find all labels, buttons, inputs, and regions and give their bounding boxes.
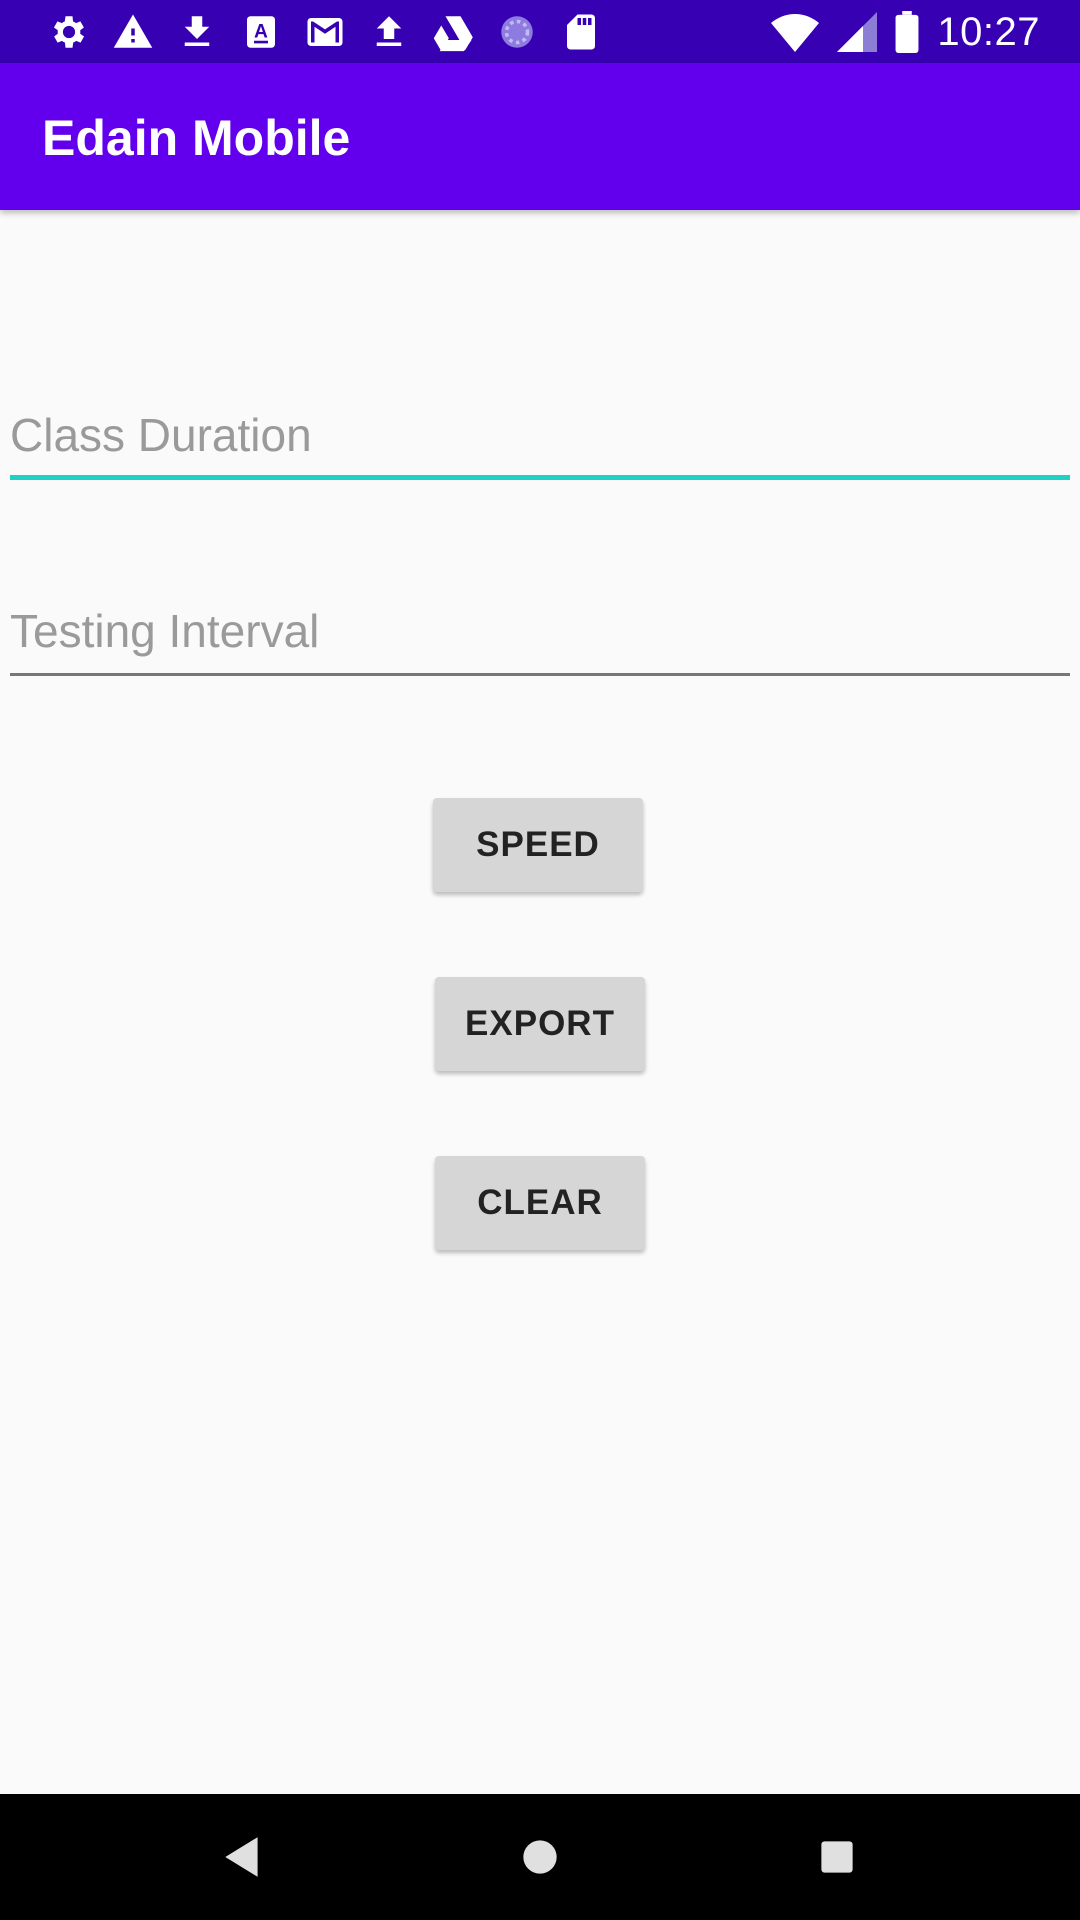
recents-button[interactable] — [812, 1832, 862, 1882]
speed-button[interactable]: SPEED — [433, 798, 643, 892]
app-bar: Edain Mobile — [0, 63, 1080, 210]
export-button[interactable]: EXPORT — [435, 977, 645, 1071]
signal-icon — [837, 12, 878, 52]
recents-icon — [821, 1841, 853, 1873]
sd-card-icon — [567, 14, 595, 50]
warning-icon — [113, 14, 153, 48]
notification-icons: A — [48, 10, 602, 54]
testing-interval-field[interactable] — [10, 596, 1070, 676]
download-icon — [184, 16, 210, 46]
gear-icon — [53, 16, 85, 48]
font-app-icon: A — [247, 16, 275, 48]
clear-button[interactable]: CLEAR — [435, 1156, 645, 1250]
clock: 10:27 — [937, 9, 1040, 54]
wifi-icon — [771, 14, 820, 52]
upload-icon — [376, 16, 402, 46]
testing-interval-underline — [10, 673, 1070, 676]
status-bar: A 10:27 — [0, 0, 1080, 63]
battery-icon — [895, 11, 919, 53]
class-duration-input[interactable] — [10, 400, 1070, 470]
back-icon — [225, 1837, 258, 1877]
testing-interval-input[interactable] — [10, 596, 1070, 666]
navigation-bar — [0, 1794, 1080, 1920]
class-duration-field[interactable] — [10, 400, 1070, 480]
gmail-icon — [307, 18, 343, 46]
system-indicators: 10:27 — [771, 8, 1040, 56]
class-duration-underline — [10, 475, 1070, 480]
back-button[interactable] — [218, 1832, 268, 1882]
home-button[interactable] — [515, 1832, 565, 1882]
sync-progress-icon — [501, 16, 533, 48]
app-title: Edain Mobile — [42, 110, 351, 166]
drive-icon — [433, 16, 473, 52]
svg-text:A: A — [254, 21, 268, 42]
home-icon — [523, 1840, 557, 1874]
